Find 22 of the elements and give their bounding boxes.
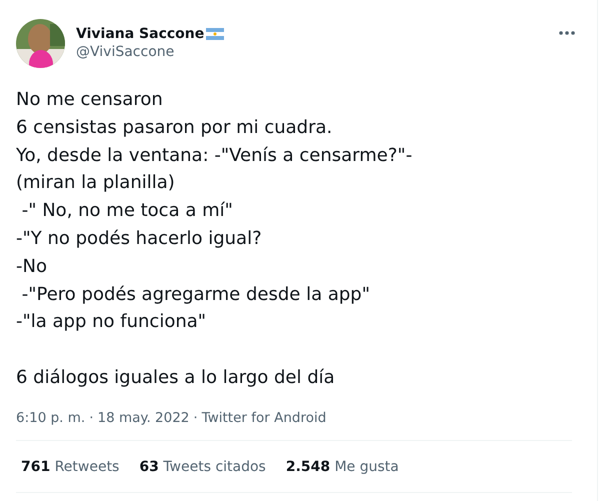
author-name[interactable]: Viviana Saccone [76,26,204,42]
separator-dot: · [193,410,198,426]
flag-icon [206,28,224,40]
tweet-time[interactable]: 6:10 p. m. [16,410,86,426]
more-icon[interactable] [558,30,576,36]
tweet-text: No me censaron [16,88,164,112]
tweet-text: -"la app no funciona" [16,310,208,334]
tweet-text: -"Pero podés agregarme desde la app" [20,282,371,307]
tweet-text: 6 diálogos iguales a lo largo del día [16,366,336,390]
tweet-date[interactable]: 18 may. 2022 [98,410,190,426]
tweet-text: (miran la planilla) [16,171,176,196]
tweet-text: 6 censistas pasaron por mi cuadra. [16,116,334,140]
tweet-text: -"Y no podés hacerlo igual? [16,226,263,251]
tweet-text: -" No, no me toca a mí" [20,199,234,224]
separator-dot: · [89,410,94,426]
stat-link[interactable]: 2.548 Me gusta [286,458,399,475]
author-handle[interactable]: @ViviSaccone [76,44,558,60]
stat-link[interactable]: 761 Retweets [21,458,120,475]
tweet-text: -No [16,254,48,279]
stat-link[interactable]: 63 Tweets citados [139,458,266,475]
tweet-source[interactable]: Twitter for Android [202,410,326,426]
tweet-text: Yo, desde la ventana: -"Venís a censarme?"- [16,144,414,168]
